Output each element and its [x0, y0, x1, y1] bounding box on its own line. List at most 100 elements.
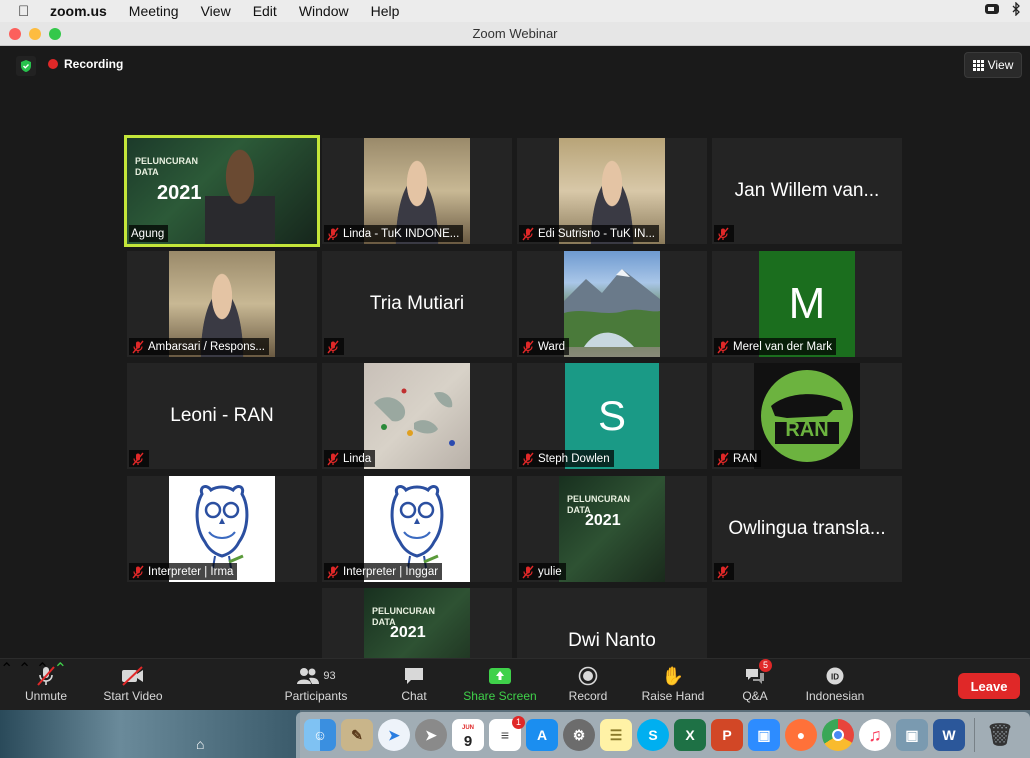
record-button[interactable]: Record	[566, 663, 610, 703]
participant-label: Agung	[129, 225, 169, 242]
participant-name: Leoni - RAN	[170, 405, 274, 426]
muted-mic-icon	[521, 452, 535, 466]
participants-icon	[297, 668, 320, 684]
participant-tile[interactable]: Ambarsari / Respons...	[127, 251, 317, 357]
participant-label	[714, 225, 734, 242]
macos-dock-area: ⌂ ☺ ✎ ➤ ➤ JUN 9 ≡ 1 A ⚙ ☰ S X P ▣ ● ♫ ▣ W…	[0, 710, 1030, 758]
view-button[interactable]: View	[964, 52, 1022, 78]
meeting-area: Recording View PELUNCURAN DATA 2021 Agung L…	[0, 46, 1030, 694]
participant-label-text: Ward	[538, 340, 566, 353]
participant-label: Ward	[519, 338, 570, 355]
participant-tile[interactable]: RAN RAN	[712, 363, 902, 469]
reminders-icon[interactable]: ≡ 1	[489, 716, 525, 751]
record-label: Record	[568, 689, 608, 703]
mountain-landscape-video	[564, 251, 660, 357]
preview-icon[interactable]: ✎	[341, 719, 373, 751]
zoom-app-icon[interactable]: ▣	[748, 719, 780, 751]
participant-tile[interactable]: Owlingua transla...	[712, 476, 902, 582]
muted-mic-icon	[131, 452, 145, 466]
unmute-button[interactable]: Unmute	[22, 663, 70, 703]
start-video-button[interactable]: Start Video	[100, 663, 166, 703]
ran-logo: RAN	[754, 363, 860, 469]
poster-title: PELUNCURAN DATA	[135, 156, 198, 177]
qa-button[interactable]: 5 Q&A	[738, 659, 772, 703]
dock: ☺ ✎ ➤ ➤ JUN 9 ≡ 1 A ⚙ ☰ S X P ▣ ● ♫ ▣ W 🗑	[296, 712, 1030, 758]
muted-mic-icon	[716, 227, 730, 241]
zoom-status-icon[interactable]	[984, 2, 1000, 18]
menu-edit[interactable]: Edit	[253, 3, 277, 19]
muted-mic-icon	[326, 565, 340, 579]
participant-tile[interactable]: PELUNCURAN DATA 2021 Agung	[124, 135, 320, 247]
leave-button[interactable]: Leave	[958, 673, 1020, 699]
skype-icon[interactable]: S	[637, 719, 669, 751]
apple-menu-icon[interactable]: 	[18, 3, 36, 20]
powerpoint-icon[interactable]: P	[711, 719, 743, 751]
menu-app[interactable]: zoom.us	[50, 3, 107, 19]
interpretation-button[interactable]: ID Indonesian	[800, 663, 870, 703]
participant-label: Interpreter | Inggar	[324, 563, 443, 580]
notes-icon[interactable]: ☰	[600, 719, 632, 751]
language-globe-icon: ID	[825, 663, 845, 689]
app-store-icon[interactable]: A	[526, 719, 558, 751]
webinar-poster-video: PELUNCURAN DATA 2021	[559, 476, 665, 582]
trash-icon[interactable]: 🗑	[984, 719, 1016, 751]
ran-logo-text: RAN	[785, 419, 829, 441]
recording-indicator[interactable]: Recording	[48, 57, 123, 71]
image-capture-icon[interactable]: ▣	[896, 719, 928, 751]
muted-mic-icon	[326, 227, 340, 241]
participant-tile[interactable]: Tria Mutiari	[322, 251, 512, 357]
launchpad-icon[interactable]: ➤	[415, 719, 447, 751]
participant-name: Tria Mutiari	[369, 293, 465, 314]
participant-tile[interactable]: PELUNCURAN DATA 2021 yulie	[517, 476, 707, 582]
start-video-label: Start Video	[103, 689, 163, 703]
menu-help[interactable]: Help	[371, 3, 400, 19]
menu-bar:  zoom.us Meeting View Edit Window Help	[0, 0, 1030, 22]
participant-label-text: Edi Sutrisno - TuK IN...	[538, 227, 655, 240]
share-screen-button[interactable]: Share Screen	[460, 663, 540, 703]
safari-icon[interactable]: ➤	[378, 719, 410, 751]
participant-tile[interactable]: Ward	[517, 251, 707, 357]
word-icon[interactable]: W	[933, 719, 965, 751]
chat-icon	[403, 663, 425, 689]
menu-window[interactable]: Window	[299, 3, 349, 19]
calendar-icon[interactable]: JUN 9	[452, 719, 484, 751]
participant-tile[interactable]: Interpreter | Irma	[127, 476, 317, 582]
chrome-icon[interactable]	[822, 719, 854, 751]
participant-label: yulie	[519, 563, 566, 580]
recording-dot-icon	[48, 59, 58, 69]
qa-badge: 5	[759, 659, 772, 672]
bluetooth-icon[interactable]	[1008, 1, 1024, 18]
participant-label: Edi Sutrisno - TuK IN...	[519, 225, 659, 242]
participant-tile[interactable]: Leoni - RAN	[127, 363, 317, 469]
security-shield-icon[interactable]	[16, 56, 36, 76]
participant-label	[714, 563, 734, 580]
participant-tile[interactable]: Linda - TuK INDONE...	[322, 138, 512, 244]
participants-count: 93	[323, 670, 336, 682]
participant-tile[interactable]: M Merel van der Mark	[712, 251, 902, 357]
participant-tile[interactable]: Edi Sutrisno - TuK IN...	[517, 138, 707, 244]
muted-mic-icon	[716, 565, 730, 579]
chat-button[interactable]: Chat	[396, 663, 432, 703]
system-preferences-icon[interactable]: ⚙	[563, 719, 595, 751]
participant-tile[interactable]: Jan Willem van...	[712, 138, 902, 244]
participant-tile[interactable]: S Steph Dowlen	[517, 363, 707, 469]
menu-view[interactable]: View	[201, 3, 231, 19]
window-title: Zoom Webinar	[472, 26, 558, 41]
muted-mic-icon	[716, 452, 730, 466]
poster-year: 2021	[390, 624, 426, 641]
firefox-icon[interactable]: ●	[785, 719, 817, 751]
participant-label-text: Agung	[131, 227, 165, 240]
raise-hand-button[interactable]: ✋ Raise Hand	[638, 663, 708, 704]
excel-icon[interactable]: X	[674, 719, 706, 751]
participant-tile[interactable]: Interpreter | Inggar	[322, 476, 512, 582]
participants-button[interactable]: 93 Participants	[281, 663, 351, 703]
participant-label-text: RAN	[733, 452, 758, 465]
audio-options-chevron-icon[interactable]: ⌃	[0, 661, 13, 678]
muted-mic-icon	[34, 663, 58, 689]
participant-label-text: Ambarsari / Respons...	[148, 340, 265, 353]
menu-meeting[interactable]: Meeting	[129, 3, 179, 19]
muted-mic-icon	[131, 340, 145, 354]
participant-tile[interactable]: Linda	[322, 363, 512, 469]
music-icon[interactable]: ♫	[859, 719, 891, 751]
finder-icon[interactable]: ☺	[304, 719, 336, 751]
